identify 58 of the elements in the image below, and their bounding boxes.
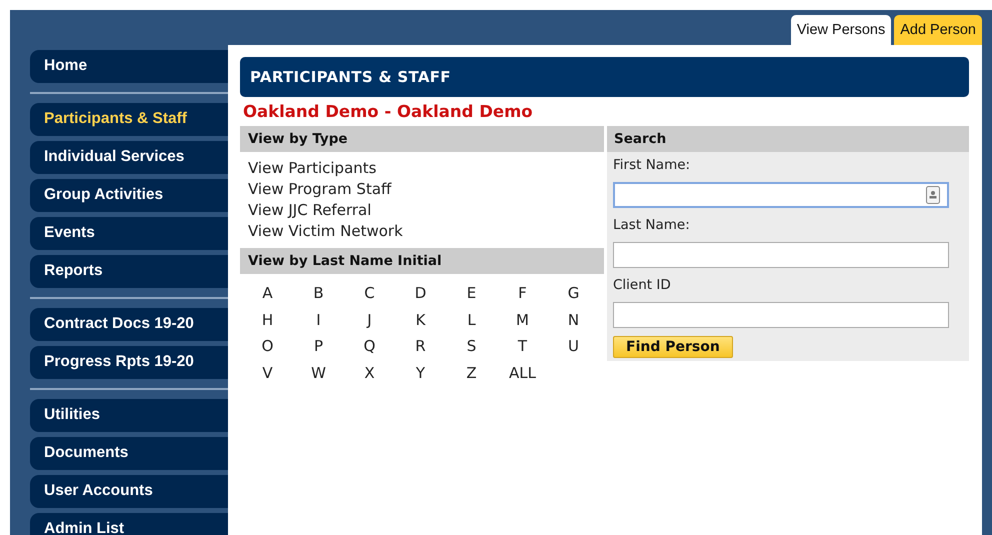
organization-title: Oakland Demo - Oakland Demo	[243, 101, 534, 123]
initial-link[interactable]: B	[313, 280, 324, 306]
nav-item[interactable]: Utilities	[30, 399, 228, 432]
initial-link[interactable]: Z	[466, 360, 477, 386]
tab[interactable]: View Persons	[790, 15, 892, 45]
initial-link[interactable]: D	[414, 280, 426, 306]
field-label: Client ID	[613, 276, 671, 294]
nav-item[interactable]: Individual Services	[30, 141, 228, 174]
find-person-button[interactable]: Find Person	[613, 336, 733, 358]
initial-link[interactable]: K	[416, 306, 426, 333]
initial-link[interactable]: O	[262, 333, 274, 360]
initial-link[interactable]: W	[311, 360, 326, 386]
contact-card-icon[interactable]	[926, 186, 940, 204]
initial-link[interactable]: ALL	[509, 360, 536, 386]
nav-item[interactable]: Events	[30, 217, 228, 250]
initial-link[interactable]: E	[466, 280, 476, 306]
nav-item[interactable]: Admin List	[30, 513, 228, 535]
initial-link[interactable]: J	[367, 306, 372, 333]
nav-item[interactable]: Documents	[30, 437, 228, 470]
nav-item[interactable]: Group Activities	[30, 179, 228, 212]
initial-link[interactable]: Q	[364, 333, 376, 360]
nav-item[interactable]: Home	[30, 50, 228, 83]
view-link[interactable]: View Participants	[248, 158, 376, 179]
initial-link[interactable]: S	[466, 333, 476, 360]
initial-link[interactable]: A	[262, 280, 273, 306]
initial-link[interactable]: V	[262, 360, 273, 386]
field-label: First Name:	[613, 156, 690, 174]
section-header: View by Last Name Initial	[240, 248, 604, 274]
view-link[interactable]: View Program Staff	[248, 179, 392, 200]
initial-link[interactable]: P	[314, 333, 324, 360]
nav-item[interactable]: Reports	[30, 255, 228, 288]
initial-link[interactable]: H	[262, 306, 274, 333]
initial-link[interactable]: G	[568, 280, 580, 306]
input-field[interactable]	[613, 242, 949, 268]
section-header: View by Type	[240, 126, 604, 152]
initial-link[interactable]: N	[568, 306, 580, 333]
initial-link[interactable]: X	[364, 360, 375, 386]
field-label: Last Name:	[613, 216, 690, 234]
nav-item[interactable]: Contract Docs 19-20	[30, 308, 228, 341]
view-link[interactable]: View Victim Network	[248, 221, 403, 242]
view-link[interactable]: View JJC Referral	[248, 200, 372, 221]
initial-link[interactable]: U	[568, 333, 579, 360]
initial-link[interactable]: L	[467, 306, 476, 333]
page-title-bar: PARTICIPANTS & STAFF	[240, 57, 969, 97]
input-field[interactable]	[613, 302, 949, 328]
initial-link[interactable]: Y	[416, 360, 426, 386]
nav-item[interactable]: User Accounts	[30, 475, 228, 508]
initial-link[interactable]: T	[518, 333, 528, 360]
initial-link[interactable]: M	[516, 306, 529, 333]
nav-item[interactable]: Participants & Staff	[30, 103, 228, 136]
tab[interactable]: Add Person	[894, 15, 982, 45]
section-header: Search	[607, 126, 969, 152]
nav-item[interactable]: Progress Rpts 19-20	[30, 346, 228, 379]
initial-link[interactable]: C	[364, 280, 375, 306]
input-field[interactable]	[613, 182, 949, 208]
initial-link[interactable]: F	[518, 280, 527, 306]
initial-link[interactable]: R	[415, 333, 426, 360]
initial-link[interactable]: I	[316, 306, 321, 333]
